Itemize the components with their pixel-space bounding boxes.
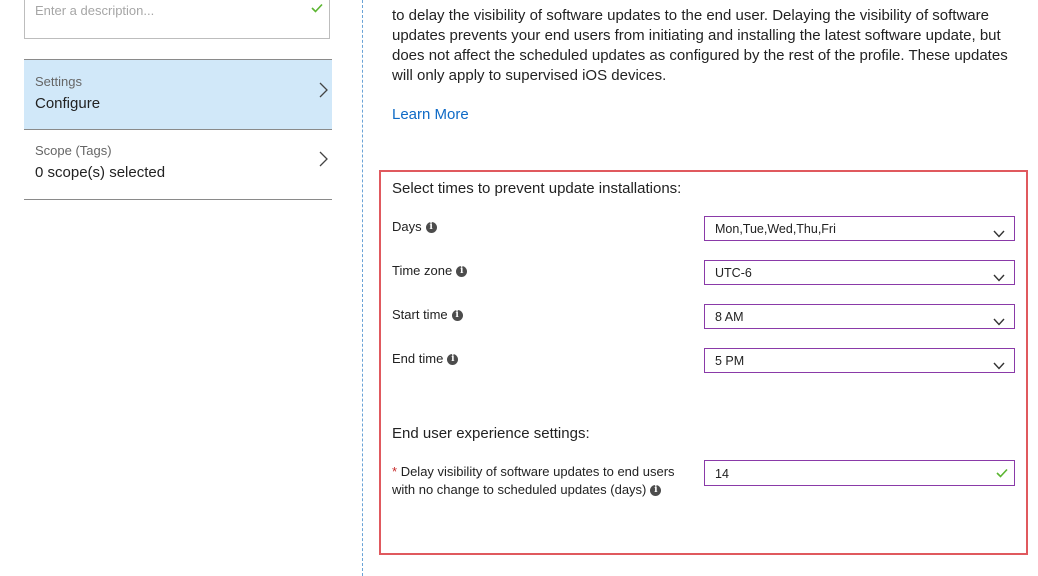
info-icon[interactable]: i [425, 222, 437, 234]
chevron-right-icon [319, 82, 328, 103]
start-time-label-text: Start time [392, 307, 448, 322]
nav-item-title: Settings [35, 74, 82, 89]
delay-visibility-label-text: Delay visibility of software updates to … [392, 464, 675, 497]
chevron-down-icon [993, 313, 1005, 331]
nav-item-scope-tags[interactable]: Scope (Tags) 0 scope(s) selected [24, 130, 332, 200]
end-time-label: End time i [392, 351, 459, 366]
nav-item-title: Scope (Tags) [35, 143, 112, 158]
delay-visibility-label: * Delay visibility of software updates t… [392, 463, 682, 499]
nav-item-value: Configure [35, 95, 101, 112]
check-icon [311, 3, 323, 13]
intro-text: to delay the visibility of software upda… [392, 7, 1008, 84]
start-time-dropdown-value: 8 AM [715, 310, 744, 324]
end-user-heading: End user experience settings: [392, 425, 590, 442]
time-zone-label: Time zone i [392, 263, 468, 278]
description-input[interactable]: Enter a description... [24, 0, 330, 39]
time-zone-dropdown-value: UTC-6 [715, 266, 752, 280]
days-dropdown-value: Mon,Tue,Wed,Thu,Fri [715, 222, 836, 236]
delay-days-value: 14 [715, 467, 729, 481]
info-icon[interactable]: i [447, 354, 459, 366]
end-time-label-text: End time [392, 351, 444, 366]
chevron-down-icon [993, 225, 1005, 243]
days-label-text: Days [392, 219, 422, 234]
end-time-dropdown[interactable]: 5 PM [704, 348, 1015, 373]
check-icon [996, 468, 1008, 478]
info-icon[interactable]: i [456, 266, 468, 278]
nav-item-value: 0 scope(s) selected [35, 164, 166, 181]
chevron-down-icon [993, 269, 1005, 287]
info-icon[interactable]: i [650, 485, 662, 497]
left-pane: Enter a description... Settings Configur… [0, 0, 355, 576]
start-time-label: Start time i [392, 307, 463, 322]
delay-days-input[interactable]: 14 [704, 460, 1015, 486]
info-icon[interactable]: i [451, 310, 463, 322]
time-zone-label-text: Time zone [392, 263, 453, 278]
start-time-dropdown[interactable]: 8 AM [704, 304, 1015, 329]
learn-more-link[interactable]: Learn More [392, 106, 469, 123]
chevron-down-icon [993, 357, 1005, 375]
time-zone-dropdown[interactable]: UTC-6 [704, 260, 1015, 285]
days-dropdown[interactable]: Mon,Tue,Wed,Thu,Fri [704, 216, 1015, 241]
required-marker: * [392, 464, 398, 479]
description-placeholder: Enter a description... [35, 3, 155, 18]
days-label: Days i [392, 219, 437, 234]
chevron-right-icon [319, 151, 328, 172]
end-time-dropdown-value: 5 PM [715, 354, 745, 368]
schedule-heading: Select times to prevent update installat… [392, 180, 682, 197]
nav-item-settings[interactable]: Settings Configure [24, 59, 332, 130]
